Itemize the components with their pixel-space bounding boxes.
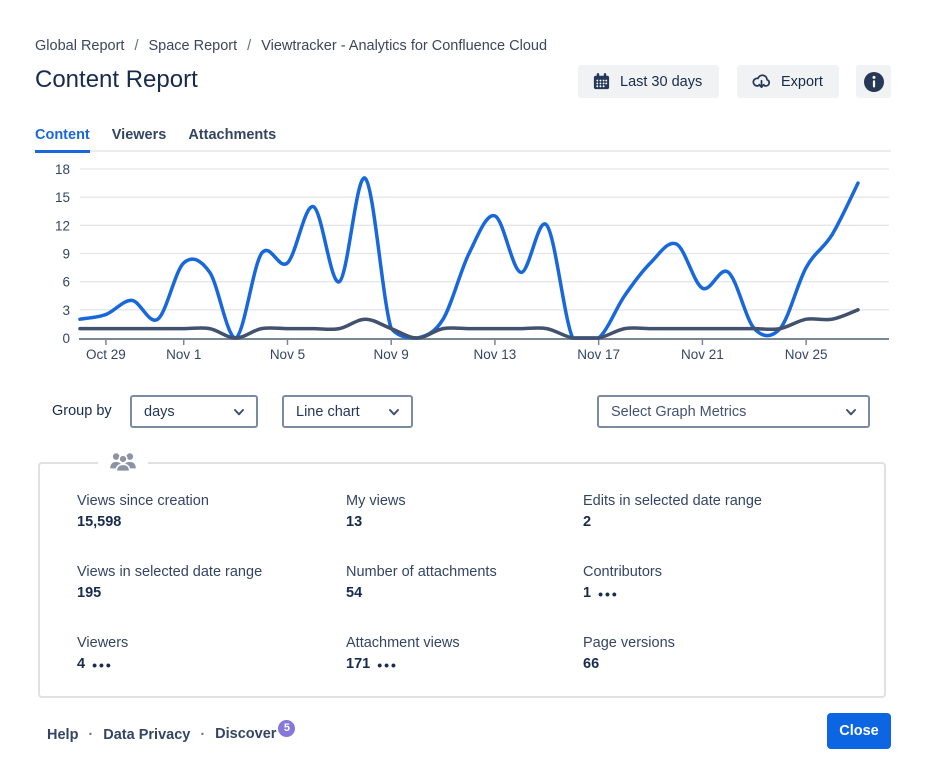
expand-dots-icon[interactable]: ••• <box>377 658 398 672</box>
page-title: Content Report <box>35 66 198 94</box>
date-range-button[interactable]: Last 30 days <box>578 65 719 98</box>
cloud-download-icon <box>751 71 772 92</box>
breadcrumb-link-space-report[interactable]: Space Report <box>149 38 238 54</box>
stat-label: My views <box>346 493 583 509</box>
chart-type-select[interactable]: Line chart <box>282 395 413 428</box>
data-privacy-link[interactable]: Data Privacy <box>103 727 190 743</box>
expand-dots-icon[interactable]: ••• <box>92 658 113 672</box>
stat-value: 66 <box>583 656 762 673</box>
chart-type-value: Line chart <box>296 404 360 420</box>
tab-viewers[interactable]: Viewers <box>112 127 167 153</box>
stat-number: 13 <box>346 514 362 531</box>
navy-line <box>80 310 858 338</box>
chevron-down-icon <box>844 405 858 419</box>
stat-number: 4 <box>77 656 85 673</box>
group-by-label: Group by <box>52 403 112 419</box>
svg-text:15: 15 <box>55 190 70 205</box>
stat-value: 54 <box>346 585 583 602</box>
group-by-value: days <box>144 404 175 420</box>
stat-item-attachment-views: Attachment views 171 ••• <box>346 635 583 673</box>
stat-number: 171 <box>346 656 370 673</box>
info-icon <box>863 71 885 93</box>
close-button[interactable]: Close <box>827 713 891 749</box>
graph-metrics-select[interactable]: Select Graph Metrics <box>597 395 870 428</box>
stat-number: 54 <box>346 585 362 602</box>
stat-number: 195 <box>77 585 101 602</box>
stats-grid: Views since creation 15,598 My views 13 Edit… <box>77 493 762 673</box>
report-tabs: Content Viewers Attachments <box>35 127 276 153</box>
stat-item-my-views: My views 13 <box>346 493 583 531</box>
svg-text:6: 6 <box>62 275 70 290</box>
footer-links: Help · Data Privacy · Discover5 <box>47 726 295 744</box>
blue-line <box>80 178 858 338</box>
svg-text:3: 3 <box>62 303 70 318</box>
export-label: Export <box>781 74 823 90</box>
svg-text:18: 18 <box>55 162 70 177</box>
group-by-select[interactable]: days <box>130 395 258 428</box>
breadcrumb: Global Report / Space Report / Viewtracker -… <box>35 38 547 54</box>
graph-metrics-placeholder: Select Graph Metrics <box>611 404 746 420</box>
footer-separator: · <box>88 727 93 743</box>
stat-number: 15,598 <box>77 514 121 531</box>
stat-value: 171 ••• <box>346 656 583 673</box>
svg-text:0: 0 <box>62 331 70 346</box>
export-button[interactable]: Export <box>737 65 839 98</box>
calendar-icon <box>592 72 611 91</box>
svg-text:Nov 1: Nov 1 <box>166 347 201 362</box>
breadcrumb-separator: / <box>134 38 138 54</box>
stat-number: 66 <box>583 656 599 673</box>
svg-text:Nov 5: Nov 5 <box>270 347 305 362</box>
breadcrumb-separator: / <box>247 38 251 54</box>
statistics-panel: Views since creation 15,598 My views 13 Edit… <box>38 462 886 698</box>
stat-label: Edits in selected date range <box>583 493 762 509</box>
stat-item-contributors: Contributors 1 ••• <box>583 564 762 602</box>
expand-dots-icon[interactable]: ••• <box>598 587 619 601</box>
stat-value: 195 <box>77 585 346 602</box>
stat-item-viewers: Viewers 4 ••• <box>77 635 346 673</box>
discover-count-badge: 5 <box>278 720 295 737</box>
chevron-down-icon <box>232 405 246 419</box>
stat-label: Views since creation <box>77 493 346 509</box>
stat-label: Viewers <box>77 635 346 651</box>
breadcrumb-link-global-report[interactable]: Global Report <box>35 38 124 54</box>
stat-value: 1 ••• <box>583 585 762 602</box>
date-range-label: Last 30 days <box>620 74 702 90</box>
tab-attachments[interactable]: Attachments <box>188 127 276 153</box>
stat-item-number-of-attachments: Number of attachments 54 <box>346 564 583 602</box>
footer-separator: · <box>200 727 205 743</box>
stat-item-views-in-selected-date-range: Views in selected date range 195 <box>77 564 346 602</box>
svg-text:Nov 21: Nov 21 <box>681 347 724 362</box>
stat-value: 15,598 <box>77 514 346 531</box>
breadcrumb-link-viewtracker-analytics-for-confluence-cloud[interactable]: Viewtracker - Analytics for Confluence C… <box>261 38 547 54</box>
stat-label: Attachment views <box>346 635 583 651</box>
stat-item-views-since-creation: Views since creation 15,598 <box>77 493 346 531</box>
stat-number: 2 <box>583 514 591 531</box>
stat-label: Number of attachments <box>346 564 583 580</box>
stat-value: 2 <box>583 514 762 531</box>
content-views-line-chart: 0 3 6 9 12 15 18 Oct 29 Nov 1 Nov 5 Nov 9 Nov 13 Nov… <box>35 157 891 369</box>
svg-text:9: 9 <box>62 247 70 262</box>
svg-text:Oct 29: Oct 29 <box>86 347 126 362</box>
stat-label: Page versions <box>583 635 762 651</box>
people-group-icon <box>98 451 148 472</box>
discover-link[interactable]: Discover5 <box>215 726 295 744</box>
stat-item-page-versions: Page versions 66 <box>583 635 762 673</box>
help-link[interactable]: Help <box>47 727 78 743</box>
stat-value: 13 <box>346 514 583 531</box>
stat-label: Contributors <box>583 564 762 580</box>
svg-text:Nov 13: Nov 13 <box>474 347 517 362</box>
stat-value: 4 ••• <box>77 656 346 673</box>
chevron-down-icon <box>387 405 401 419</box>
stat-label: Views in selected date range <box>77 564 346 580</box>
info-button[interactable] <box>856 65 891 98</box>
tab-content[interactable]: Content <box>35 127 90 153</box>
svg-text:Nov 9: Nov 9 <box>374 347 409 362</box>
stat-number: 1 <box>583 585 591 602</box>
stat-item-edits-in-selected-date-range: Edits in selected date range 2 <box>583 493 762 531</box>
svg-text:Nov 17: Nov 17 <box>577 347 620 362</box>
svg-text:12: 12 <box>55 218 70 233</box>
svg-text:Nov 25: Nov 25 <box>785 347 828 362</box>
